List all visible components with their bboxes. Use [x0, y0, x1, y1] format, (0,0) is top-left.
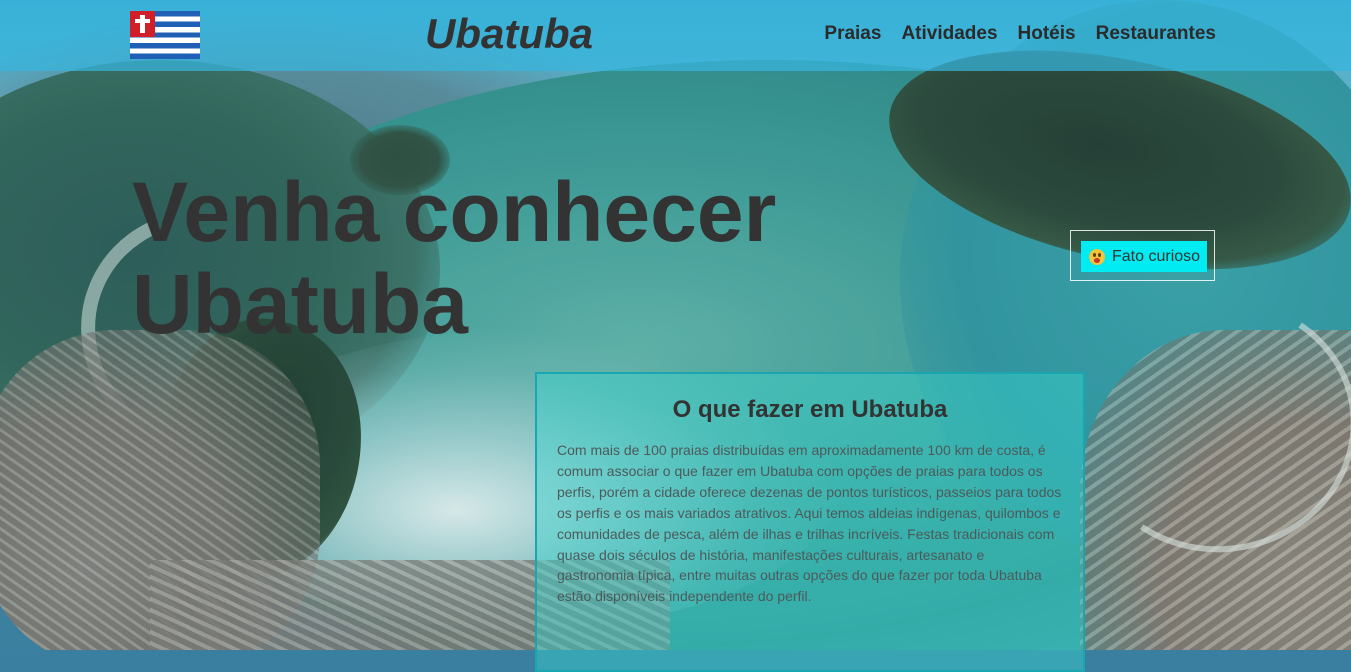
fact-button-label: Fato curioso [1112, 247, 1201, 265]
fact-curioso-button[interactable]: Fato curioso [1081, 241, 1207, 272]
fact-button-frame: Fato curioso [1070, 230, 1215, 281]
ubatuba-flag-logo[interactable] [130, 11, 200, 59]
astonished-face-icon [1089, 248, 1105, 265]
flag-canton [130, 11, 155, 37]
info-card-title: O que fazer em Ubatuba [672, 396, 948, 423]
nav-link-praias[interactable]: Praias [824, 22, 881, 46]
nav-link-restaurantes[interactable]: Restaurantes [1096, 22, 1216, 46]
main-nav: Praias Atividades Hotéis Restaurantes [824, 22, 1216, 46]
hero-title: Venha conhecer Ubatuba [132, 165, 777, 351]
info-card-text: Com mais de 100 praias distribuídas em a… [557, 442, 1062, 605]
site-title: Ubatuba [425, 10, 593, 57]
nav-link-hoteis[interactable]: Hotéis [1018, 22, 1076, 46]
site-header: Ubatuba Praias Atividades Hotéis Restaur… [0, 0, 1351, 71]
info-card: O que fazer em Ubatuba Com mais de 100 p… [535, 372, 1085, 672]
nav-link-atividades[interactable]: Atividades [901, 22, 997, 46]
